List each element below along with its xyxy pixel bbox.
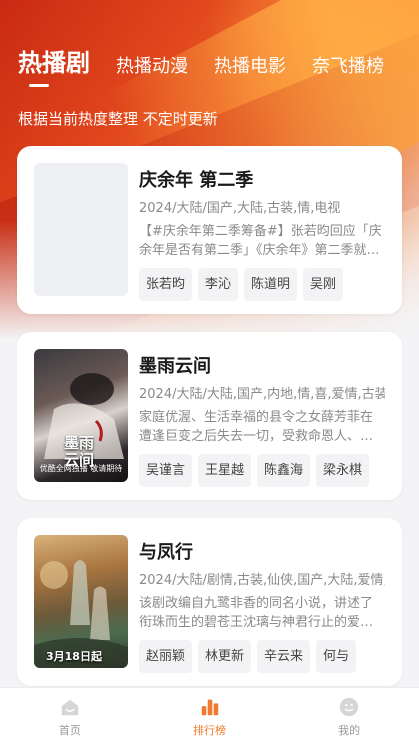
actor-list: 张若昀 李沁 陈道明 吴刚 <box>139 268 344 301</box>
ranking-subtitle: 根据当前热度整理 不定时更新 <box>18 110 218 128</box>
actor-tag[interactable]: 辛云来 <box>257 640 311 673</box>
tab-hot-movies[interactable]: 热播电影 <box>214 52 286 78</box>
profile-icon <box>340 697 359 717</box>
nav-label: 排行榜 <box>193 724 226 737</box>
show-description: 该剧改编自九鹭非香的同名小说，讲述了衔珠而生的碧苍王沈璃与神君行止的爱… <box>139 596 374 630</box>
show-meta: 2024/大陆/大陆,国产,内地,情,喜,爱情,古装 <box>139 387 385 402</box>
show-meta: 2024/大陆/国产,大陆,古装,情,电视 <box>139 201 341 216</box>
actor-tag[interactable]: 赵丽颖 <box>139 640 193 673</box>
nav-ranking[interactable]: 排行榜 <box>140 688 280 744</box>
show-title: 墨雨云间 <box>139 356 211 377</box>
nav-home[interactable]: 首页 <box>0 688 140 744</box>
actor-list: 吴谨言 王星越 陈鑫海 梁永棋 <box>139 454 370 487</box>
show-poster: 墨雨 云间 优酷全网独播 敬请期待 <box>34 349 128 482</box>
tab-hot-series[interactable]: 热播剧 <box>18 43 90 78</box>
show-poster: 3月18日起 <box>34 535 128 668</box>
home-icon <box>61 699 79 716</box>
tab-netflix-chart[interactable]: 奈飞播榜 <box>312 52 384 78</box>
nav-profile[interactable]: 我的 <box>279 688 419 744</box>
actor-tag[interactable]: 张若昀 <box>139 268 193 301</box>
show-meta: 2024/大陆/剧情,古装,仙侠,国产,大陆,爱情, <box>139 573 385 588</box>
actor-tag[interactable]: 陈鑫海 <box>257 454 311 487</box>
actor-tag[interactable]: 陈道明 <box>244 268 298 301</box>
ranking-icon <box>201 699 218 716</box>
show-title: 与凤行 <box>139 542 193 563</box>
show-description: 家庭优渥、生活幸福的县令之女薛芳菲在遭逢巨变之后失去一切，受救命恩人、… <box>139 410 374 444</box>
tab-hot-anime[interactable]: 热播动漫 <box>116 52 188 78</box>
show-description: 【#庆余年第二季筹备#】张若昀回应「庆余年是否有第二季」《庆余年》第二季就在路上… <box>139 224 382 258</box>
show-card[interactable]: 庆余年 第二季 2024/大陆/国产,大陆,古装,情,电视 【#庆余年第二季筹备… <box>17 146 402 314</box>
actor-tag[interactable]: 林更新 <box>198 640 252 673</box>
actor-tag[interactable]: 王星越 <box>198 454 252 487</box>
category-tabs: 热播剧 热播动漫 热播电影 奈飞播榜 <box>18 38 419 78</box>
poster-release-date: 3月18日起 <box>46 650 102 663</box>
poster-placeholder <box>34 163 128 296</box>
bottom-nav: 首页 排行榜 我的 <box>0 687 419 744</box>
actor-tag[interactable]: 吴刚 <box>303 268 344 301</box>
show-card[interactable]: 3月18日起 与凤行 2024/大陆/剧情,古装,仙侠,国产,大陆,爱情, 该剧… <box>17 518 402 686</box>
nav-label: 我的 <box>338 724 361 737</box>
actor-tag[interactable]: 李沁 <box>198 268 239 301</box>
active-tab-indicator <box>29 84 49 87</box>
show-title: 庆余年 第二季 <box>139 170 254 191</box>
show-card[interactable]: 墨雨 云间 优酷全网独播 敬请期待 墨雨云间 2024/大陆/大陆,国产,内地,… <box>17 332 402 500</box>
nav-label: 首页 <box>58 724 81 737</box>
actor-tag[interactable]: 何与 <box>316 640 357 673</box>
poster-caption: 优酷全网独播 敬请期待 <box>39 464 123 473</box>
actor-tag[interactable]: 吴谨言 <box>139 454 193 487</box>
actor-list: 赵丽颖 林更新 辛云来 何与 <box>139 640 357 673</box>
actor-tag[interactable]: 梁永棋 <box>316 454 370 487</box>
